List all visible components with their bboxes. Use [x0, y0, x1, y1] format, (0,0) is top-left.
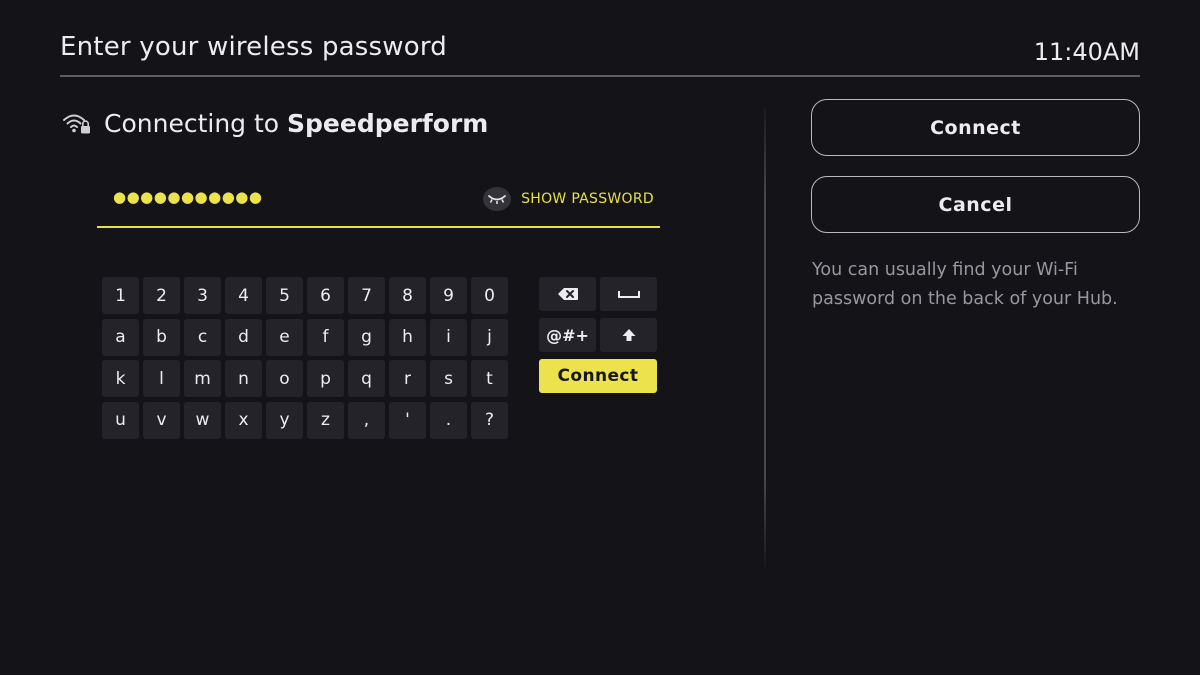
network-name: Speedperform [287, 108, 489, 138]
cancel-button[interactable]: Cancel [811, 176, 1140, 233]
keyboard-key[interactable]: n [225, 360, 262, 397]
keyboard-key[interactable]: t [471, 360, 508, 397]
space-key[interactable] [600, 277, 657, 311]
shift-key[interactable] [600, 318, 657, 352]
keyboard-key[interactable]: k [102, 360, 139, 397]
shift-icon [622, 329, 635, 341]
keyboard-key[interactable]: w [184, 401, 221, 439]
keyboard-key[interactable]: v [143, 401, 180, 439]
keyboard-key[interactable]: c [184, 318, 221, 356]
keyboard-key[interactable]: r [389, 360, 426, 397]
symbols-key[interactable]: @#+ [539, 318, 596, 352]
keyboard-key[interactable]: m [184, 360, 221, 397]
space-icon [617, 291, 640, 298]
keyboard-key[interactable]: 0 [471, 277, 508, 314]
vertical-divider [764, 108, 766, 568]
page-title: Enter your wireless password [60, 32, 447, 62]
connecting-prefix: Connecting to [104, 108, 280, 138]
keyboard-key[interactable]: 9 [430, 277, 467, 314]
keyboard-key[interactable]: ? [471, 401, 508, 439]
keyboard-key[interactable]: 6 [307, 277, 344, 314]
onscreen-keyboard: 1 2 3 4 5 6 7 8 9 0 a b c d e f g h i j k l m n o p q r s t u v w x y z, '.? [102, 277, 508, 439]
keyboard-key[interactable]: f [307, 318, 344, 356]
keyboard-key[interactable]: . [430, 401, 467, 439]
backspace-key[interactable] [539, 277, 596, 311]
connecting-status: Connecting to Speedperform [62, 106, 488, 140]
backspace-icon [557, 288, 578, 300]
password-masked-value: ●●●●●●●●●●● [113, 188, 263, 206]
keyboard-key[interactable]: ' [389, 401, 426, 439]
keyboard-key[interactable]: b [143, 318, 180, 356]
keyboard-key[interactable]: p [307, 360, 344, 397]
closed-eye-icon [483, 187, 512, 211]
keyboard-key[interactable]: , [348, 401, 385, 439]
keyboard-key[interactable]: 7 [348, 277, 385, 314]
keyboard-key[interactable]: e [266, 318, 303, 356]
keyboard-connect-key[interactable]: Connect [539, 359, 657, 393]
keyboard-key[interactable]: 5 [266, 277, 303, 314]
keyboard-key[interactable]: 1 [102, 277, 139, 314]
keyboard-key[interactable]: d [225, 318, 262, 356]
keyboard-key[interactable]: i [430, 318, 467, 356]
header-divider [60, 75, 1140, 77]
wifi-lock-icon [62, 111, 92, 135]
keyboard-key[interactable]: u [102, 401, 139, 439]
keyboard-key[interactable]: 8 [389, 277, 426, 314]
connect-button[interactable]: Connect [811, 99, 1140, 156]
keyboard-key[interactable]: g [348, 318, 385, 356]
show-password-toggle[interactable]: SHOW PASSWORD [483, 186, 654, 212]
show-password-label: SHOW PASSWORD [521, 191, 654, 207]
character-keys: 1 2 3 4 5 6 7 8 9 0 a b c d e f g h i j k l m n o p q r s t u v w x y z, '.? [102, 277, 508, 439]
special-keys: @#+ Connect [539, 277, 657, 393]
keyboard-key[interactable]: 2 [143, 277, 180, 314]
keyboard-key[interactable]: z [307, 401, 344, 439]
keyboard-key[interactable]: s [430, 360, 467, 397]
keyboard-key[interactable]: l [143, 360, 180, 397]
keyboard-key[interactable]: q [348, 360, 385, 397]
connecting-label: Connecting to Speedperform [104, 109, 488, 138]
keyboard-key[interactable]: o [266, 360, 303, 397]
keyboard-key[interactable]: 3 [184, 277, 221, 314]
keyboard-key[interactable]: x [225, 401, 262, 439]
password-input[interactable]: ●●●●●●●●●●● SHOW PASSWORD [97, 180, 660, 228]
keyboard-key[interactable]: y [266, 401, 303, 439]
keyboard-key[interactable]: h [389, 318, 426, 356]
password-hint: You can usually find your Wi-Fi password… [812, 260, 1118, 309]
clock: 11:40AM [1033, 38, 1140, 66]
wifi-password-screen: Enter your wireless password 11:40AM Con… [0, 0, 1200, 675]
keyboard-key[interactable]: 4 [225, 277, 262, 314]
keyboard-key[interactable]: j [471, 318, 508, 356]
keyboard-key[interactable]: a [102, 318, 139, 356]
